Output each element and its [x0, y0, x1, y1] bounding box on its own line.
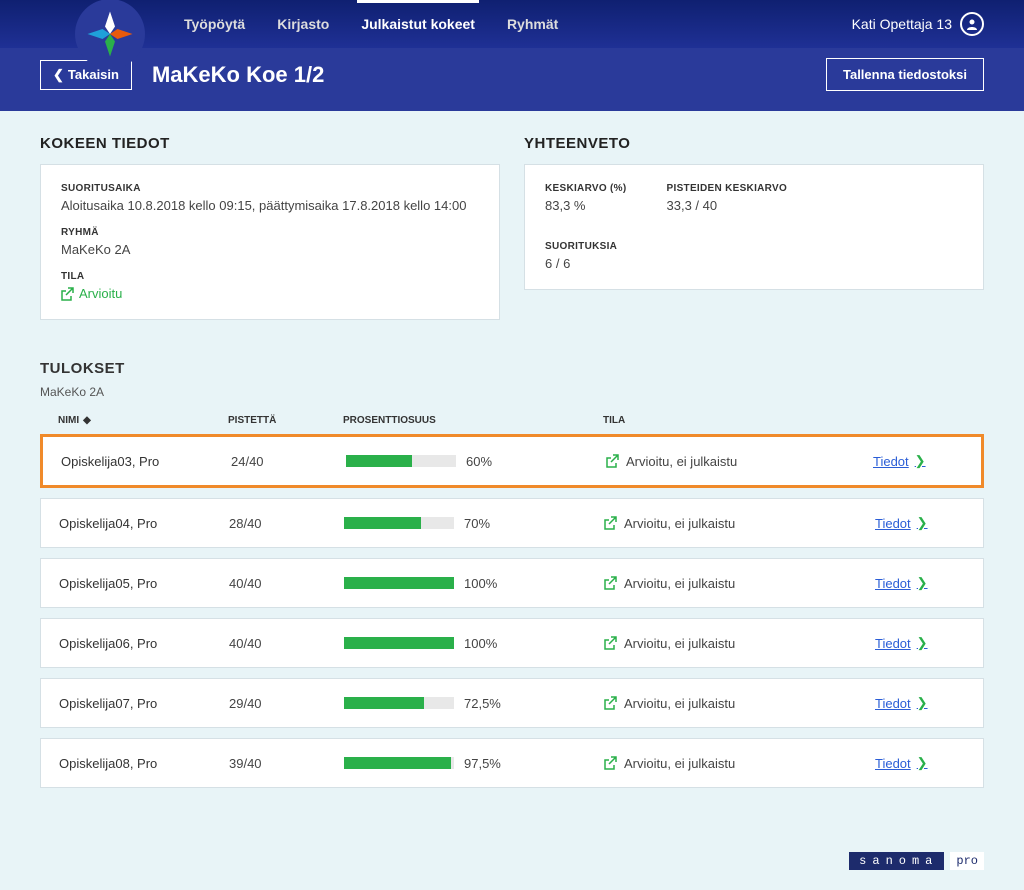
page-title: MaKeKo Koe 1/2 — [152, 62, 324, 88]
results-group-label: MaKeKo 2A — [40, 385, 984, 399]
back-button-label: Takaisin — [68, 67, 119, 82]
col-header-name[interactable]: NIMI ◆ — [58, 415, 228, 426]
avg-points-label: PISTEIDEN KESKIARVO — [667, 183, 788, 194]
row-status-text: Arvioitu, ei julkaistu — [624, 636, 735, 651]
table-row: Opiskelija07, Pro29/40 72,5% Arvioitu, ei … — [40, 678, 984, 728]
progress-bar — [344, 757, 454, 769]
details-link[interactable]: Tiedot ❯ — [875, 695, 965, 711]
col-header-points: PISTETTÄ — [228, 415, 343, 426]
row-status-text: Arvioitu, ei julkaistu — [624, 516, 735, 531]
progress-bar — [344, 637, 454, 649]
avg-points-value: 33,3 / 40 — [667, 198, 788, 213]
pct-label: 100% — [464, 576, 497, 591]
progress-bar — [344, 517, 454, 529]
state-value: Arvioitu — [61, 286, 479, 301]
details-link[interactable]: Tiedot ❯ — [875, 635, 965, 651]
user-avatar-icon — [960, 12, 984, 36]
brand-name: sanoma — [849, 852, 944, 870]
summary-heading: YHTEENVETO — [524, 135, 984, 152]
time-value: Aloitusaika 10.8.2018 kello 09:15, päätt… — [61, 198, 479, 213]
row-status-text: Arvioitu, ei julkaistu — [624, 576, 735, 591]
avg-pct-value: 83,3 % — [545, 198, 627, 213]
evaluated-icon — [604, 636, 618, 650]
pct-label: 72,5% — [464, 696, 501, 711]
col-header-name-label: NIMI — [58, 415, 79, 426]
chevron-right-icon: ❯ — [917, 755, 928, 771]
brand-suffix: pro — [950, 852, 984, 870]
nav-tyopoyta[interactable]: Työpöytä — [180, 2, 249, 46]
nav-kirjasto[interactable]: Kirjasto — [273, 2, 333, 46]
sort-icon: ◆ — [83, 415, 91, 426]
state-value-text: Arvioitu — [79, 286, 122, 301]
exam-details-card: SUORITUSAIKA Aloitusaika 10.8.2018 kello… — [40, 164, 500, 320]
table-row: Opiskelija03, Pro24/40 60% Arvioitu, ei ju… — [40, 434, 984, 488]
points-cell: 39/40 — [229, 756, 344, 771]
summary-card: KESKIARVO (%) 83,3 % PISTEIDEN KESKIARVO… — [524, 164, 984, 290]
table-row: Opiskelija04, Pro28/40 70% Arvioitu, ei ju… — [40, 498, 984, 548]
group-label: RYHMÄ — [61, 227, 479, 238]
chevron-right-icon: ❯ — [917, 635, 928, 651]
chevron-right-icon: ❯ — [915, 453, 926, 469]
evaluated-icon — [604, 576, 618, 590]
submissions-label: SUORITUKSIA — [545, 241, 963, 252]
chevron-right-icon: ❯ — [917, 515, 928, 531]
row-status-text: Arvioitu, ei julkaistu — [624, 756, 735, 771]
evaluated-icon — [61, 287, 75, 301]
time-label: SUORITUSAIKA — [61, 183, 479, 194]
student-name: Opiskelija04, Pro — [59, 516, 229, 531]
row-status-text: Arvioitu, ei julkaistu — [626, 454, 737, 469]
evaluated-icon — [604, 516, 618, 530]
evaluated-icon — [606, 454, 620, 468]
group-value: MaKeKo 2A — [61, 242, 479, 257]
submissions-value: 6 / 6 — [545, 256, 963, 271]
col-header-pct: PROSENTTIOSUUS — [343, 415, 603, 426]
chevron-right-icon: ❯ — [917, 695, 928, 711]
table-row: Opiskelija06, Pro40/40 100% Arvioitu, ei j… — [40, 618, 984, 668]
student-name: Opiskelija05, Pro — [59, 576, 229, 591]
pct-label: 100% — [464, 636, 497, 651]
student-name: Opiskelija07, Pro — [59, 696, 229, 711]
pct-label: 97,5% — [464, 756, 501, 771]
details-link[interactable]: Tiedot ❯ — [873, 453, 963, 469]
exam-details-heading: KOKEEN TIEDOT — [40, 135, 500, 152]
nav-ryhmat[interactable]: Ryhmät — [503, 2, 562, 46]
pct-label: 60% — [466, 454, 492, 469]
col-header-state: TILA — [603, 415, 876, 426]
chevron-right-icon: ❯ — [917, 575, 928, 591]
user-menu[interactable]: Kati Opettaja 13 — [852, 12, 984, 36]
user-name-label: Kati Opettaja 13 — [852, 16, 952, 32]
details-link[interactable]: Tiedot ❯ — [875, 755, 965, 771]
points-cell: 28/40 — [229, 516, 344, 531]
row-status-text: Arvioitu, ei julkaistu — [624, 696, 735, 711]
student-name: Opiskelija06, Pro — [59, 636, 229, 651]
evaluated-icon — [604, 696, 618, 710]
progress-bar — [344, 697, 454, 709]
pct-label: 70% — [464, 516, 490, 531]
points-cell: 40/40 — [229, 576, 344, 591]
state-label: TILA — [61, 271, 479, 282]
details-link[interactable]: Tiedot ❯ — [875, 575, 965, 591]
results-heading: TULOKSET — [40, 360, 984, 377]
student-name: Opiskelija03, Pro — [61, 454, 231, 469]
save-as-file-button[interactable]: Tallenna tiedostoksi — [826, 58, 984, 91]
table-row: Opiskelija05, Pro40/40 100% Arvioitu, ei j… — [40, 558, 984, 608]
progress-bar — [346, 455, 456, 467]
details-link[interactable]: Tiedot ❯ — [875, 515, 965, 531]
nav-julkaistut-kokeet[interactable]: Julkaistut kokeet — [357, 2, 479, 46]
points-cell: 40/40 — [229, 636, 344, 651]
student-name: Opiskelija08, Pro — [59, 756, 229, 771]
flower-logo-icon — [85, 9, 135, 59]
chevron-left-icon: ❮ — [53, 67, 64, 83]
table-row: Opiskelija08, Pro39/40 97,5% Arvioitu, ei … — [40, 738, 984, 788]
avg-pct-label: KESKIARVO (%) — [545, 183, 627, 194]
brand-logo: sanoma pro — [849, 852, 984, 870]
evaluated-icon — [604, 756, 618, 770]
points-cell: 24/40 — [231, 454, 346, 469]
points-cell: 29/40 — [229, 696, 344, 711]
progress-bar — [344, 577, 454, 589]
